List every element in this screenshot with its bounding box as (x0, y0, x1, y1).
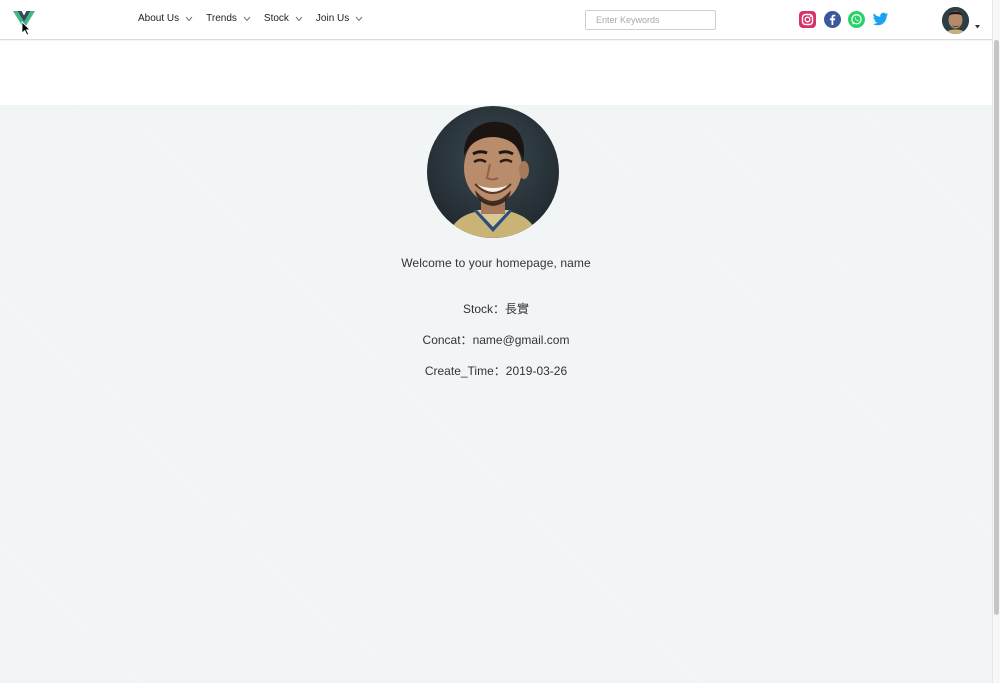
stock-info: Stock：長實 (0, 300, 992, 317)
welcome-message: Welcome to your homepage, name (401, 256, 591, 270)
menu-join-us-label: Join Us (315, 13, 350, 24)
contact-info: Concat：name@gmail.com (0, 331, 992, 348)
caret-down-icon[interactable] (975, 25, 980, 29)
chevron-down-icon (185, 16, 193, 21)
chevron-down-icon (355, 16, 363, 21)
header-spacer (0, 41, 992, 105)
chevron-down-icon (243, 16, 251, 21)
create-time-value: 2019-03-26 (505, 364, 568, 378)
menu-stock[interactable]: Stock (264, 13, 303, 24)
scrollbar-thumb[interactable] (994, 40, 999, 615)
chevron-down-icon (295, 16, 303, 21)
user-avatar[interactable] (942, 7, 969, 34)
mouse-cursor-icon (21, 21, 31, 36)
facebook-icon[interactable] (824, 11, 841, 28)
menu-trends[interactable]: Trends (206, 13, 251, 24)
menu-about-us[interactable]: About Us (138, 13, 193, 24)
twitter-icon[interactable] (872, 11, 889, 28)
contact-label: Concat： (422, 333, 473, 347)
top-navbar: About Us Trends Stock Join Us (0, 0, 992, 40)
stock-value: 長實 (505, 302, 530, 316)
create-time-info: Create_Time：2019-03-26 (0, 362, 992, 379)
instagram-icon[interactable] (799, 11, 816, 28)
menu-join-us[interactable]: Join Us (316, 13, 363, 24)
stock-label: Stock： (462, 302, 505, 316)
profile-photo (427, 106, 559, 238)
main-menu: About Us Trends Stock Join Us (138, 13, 376, 24)
menu-trends-label: Trends (206, 13, 237, 24)
menu-stock-label: Stock (263, 13, 289, 24)
menu-about-us-label: About Us (138, 13, 180, 24)
whatsapp-icon[interactable] (848, 11, 865, 28)
contact-value: name@gmail.com (472, 333, 570, 347)
create-time-label: Create_Time： (424, 364, 506, 378)
search-input[interactable] (585, 10, 716, 30)
